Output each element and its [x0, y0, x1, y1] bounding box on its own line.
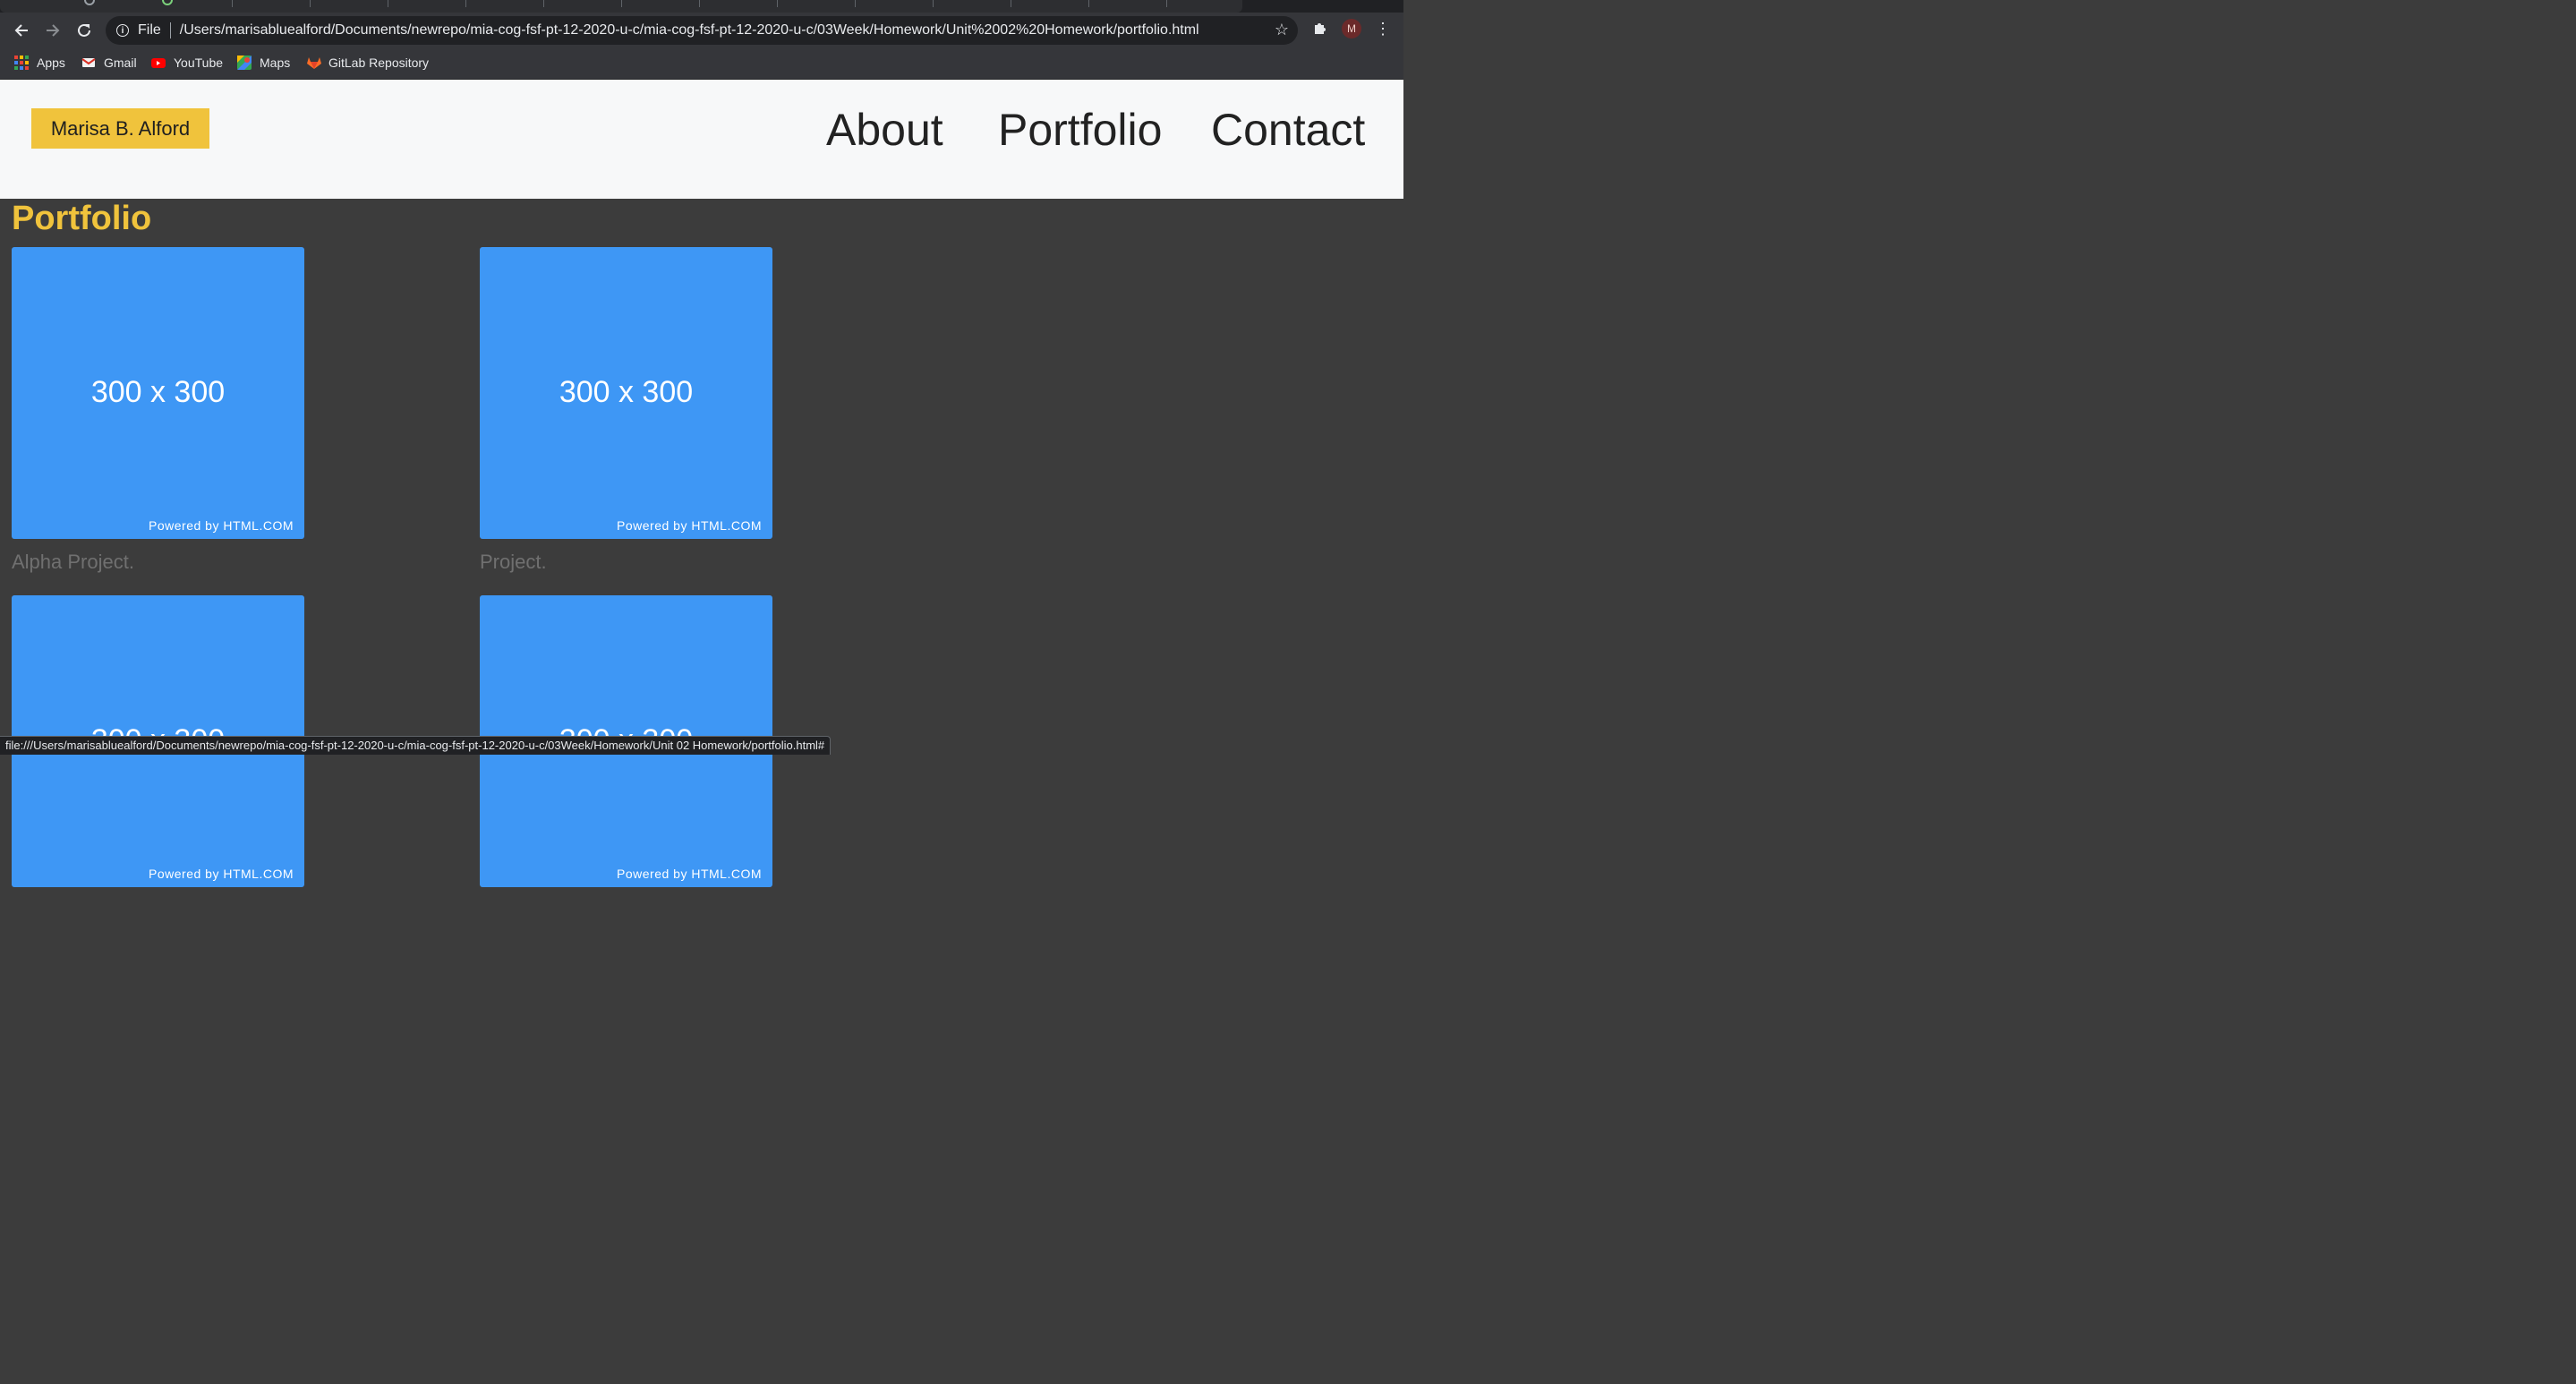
project-image[interactable]: 300 x 300 Powered by HTML.COM: [480, 247, 772, 539]
tab-separator: [699, 0, 700, 7]
reload-icon[interactable]: [73, 20, 95, 41]
tab-separator: [855, 0, 856, 7]
bookmark-label: GitLab Repository: [328, 56, 430, 70]
forward-arrow-icon[interactable]: [42, 20, 64, 41]
tab-separator: [310, 0, 311, 7]
image-credit: Powered by HTML.COM: [149, 867, 294, 881]
project-image[interactable]: 300 x 300 Powered by HTML.COM: [12, 247, 304, 539]
image-credit: Powered by HTML.COM: [149, 518, 294, 533]
nav-about[interactable]: About: [826, 103, 943, 157]
image-placeholder-text: 300 x 300: [559, 375, 694, 409]
bookmark-label: YouTube: [174, 56, 224, 70]
youtube-icon: [151, 56, 166, 70]
project-caption: Alpha Project.: [12, 551, 134, 573]
address-bar[interactable]: i File /Users/marisabluealford/Documents…: [106, 16, 1298, 45]
tab-strip: [0, 0, 1403, 13]
image-credit: Powered by HTML.COM: [617, 518, 762, 533]
back-arrow-icon[interactable]: [11, 20, 32, 41]
brand-logo[interactable]: Marisa B. Alford: [31, 108, 209, 149]
extensions-puzzle-icon[interactable]: [1312, 20, 1328, 36]
tab-separator: [1088, 0, 1089, 7]
address-scheme: File: [138, 22, 161, 38]
bookmarks-bar: Apps Gmail YouTube Maps GitLab Repositor…: [0, 48, 1403, 80]
image-placeholder-text: 300 x 300: [90, 375, 226, 409]
tab-separator: [232, 0, 233, 7]
image-credit: Powered by HTML.COM: [617, 867, 762, 881]
bookmark-maps[interactable]: Maps: [237, 54, 290, 72]
maps-icon: [237, 56, 252, 70]
bookmark-gmail[interactable]: Gmail: [81, 54, 137, 72]
tab-separator: [1166, 0, 1167, 7]
browser-toolbar: i File /Users/marisabluealford/Documents…: [0, 13, 1403, 48]
tab-separator: [621, 0, 622, 7]
bookmark-label: Apps: [37, 56, 65, 70]
address-divider: [169, 22, 171, 38]
bookmark-youtube[interactable]: YouTube: [151, 54, 223, 72]
bookmark-gitlab[interactable]: GitLab Repository: [306, 54, 429, 72]
bookmark-label: Gmail: [104, 56, 137, 70]
project-caption: Project.: [480, 551, 547, 573]
link-status-bubble: file:///Users/marisabluealford/Documents…: [0, 736, 832, 755]
apps-grid-icon: [14, 56, 29, 70]
nav-portfolio[interactable]: Portfolio: [998, 103, 1162, 157]
tab-separator: [777, 0, 778, 7]
address-url[interactable]: /Users/marisabluealford/Documents/newrep…: [180, 22, 1199, 38]
site-header: Marisa B. Alford About Portfolio Contact: [0, 80, 1403, 199]
bookmark-label: Maps: [260, 56, 291, 70]
info-icon[interactable]: i: [116, 24, 129, 37]
bookmark-star-icon[interactable]: ☆: [1275, 21, 1289, 39]
bookmark-apps[interactable]: Apps: [14, 54, 65, 72]
gmail-icon: [81, 56, 96, 70]
page-title: Portfolio: [12, 200, 152, 237]
nav-contact[interactable]: Contact: [1211, 103, 1365, 157]
tab-separator: [933, 0, 934, 7]
profile-avatar[interactable]: M: [1342, 19, 1361, 38]
tab-separator: [465, 0, 466, 7]
more-menu-icon[interactable]: ⋮: [1375, 18, 1391, 39]
gitlab-icon: [306, 56, 321, 70]
tab-separator: [543, 0, 544, 7]
